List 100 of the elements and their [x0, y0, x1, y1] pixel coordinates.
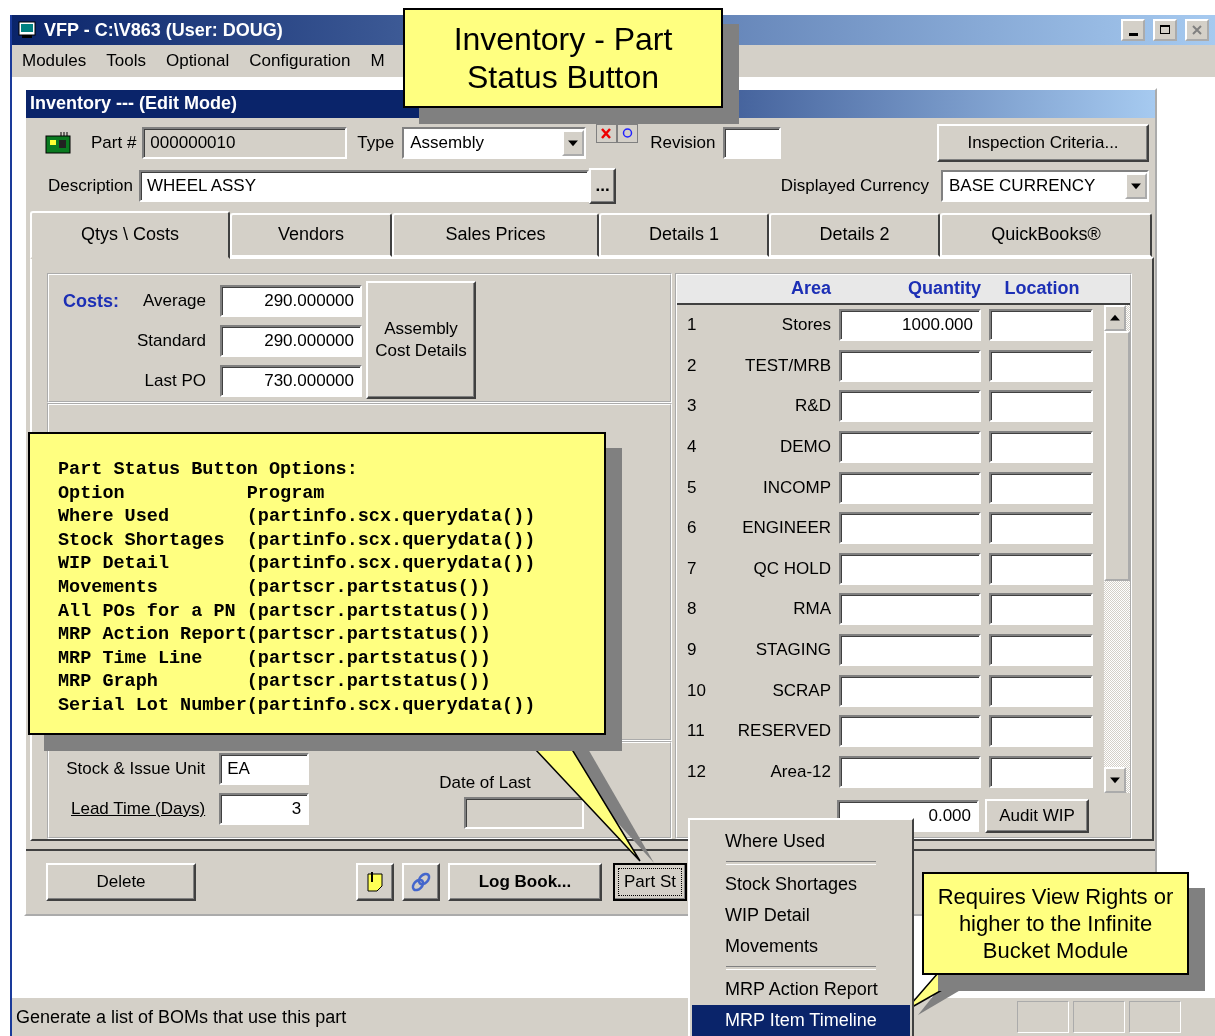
area-cell-text: RMA — [792, 599, 831, 620]
lead-time-link[interactable]: Lead Time (Days) — [71, 798, 206, 819]
cost-field[interactable]: 290.000000 — [220, 284, 362, 317]
unit-field[interactable]: EA — [219, 752, 310, 785]
row-number: 7 — [686, 558, 698, 579]
status-pane — [1129, 1001, 1181, 1033]
notepad-icon[interactable] — [356, 863, 394, 902]
column-header: Area — [789, 278, 832, 300]
location-field[interactable] — [989, 755, 1093, 788]
cost-field[interactable]: 290.000000 — [220, 324, 362, 357]
minimize-button[interactable] — [1121, 19, 1145, 41]
scroll-down-icon[interactable] — [1104, 766, 1126, 793]
callout-program: (partinfo.scx.querydata()) — [246, 505, 536, 529]
tab[interactable]: Details 2 — [769, 212, 940, 257]
window-title: VFP - C:\V863 (User: DOUG) — [44, 19, 283, 41]
part-status-button[interactable]: Part St — [613, 863, 687, 902]
field-label: Displayed Currency — [780, 175, 929, 196]
cost-field[interactable]: 730.000000 — [220, 364, 362, 397]
menu-item[interactable]: WIP Detail — [692, 900, 910, 931]
maximize-button[interactable] — [1153, 19, 1177, 41]
minimize-icon — [1128, 32, 1138, 36]
row-number: 10 — [686, 680, 707, 701]
circuit-board-icon — [45, 131, 71, 154]
quantity-field[interactable] — [839, 512, 981, 545]
row-number: 4 — [686, 437, 698, 457]
location-field[interactable] — [989, 471, 1093, 504]
area-cell-text: Stores — [780, 315, 831, 336]
area-cell-text: STAGING — [754, 639, 831, 660]
tab[interactable]: Qtys \ Costs — [30, 210, 230, 259]
field-label: Date of Last — [439, 772, 532, 793]
area-cell-text: DEMO — [779, 437, 831, 457]
menu-item[interactable]: Optional — [165, 51, 230, 71]
callout-program: (partscr.partstatus()) — [246, 599, 492, 624]
area-cell-text: RESERVED — [736, 721, 831, 742]
menu-item[interactable]: Configuration — [249, 51, 351, 71]
location-field[interactable] — [989, 674, 1093, 707]
location-field[interactable] — [989, 593, 1093, 626]
location-field[interactable] — [989, 431, 1093, 463]
tab[interactable]: QuickBooks® — [940, 212, 1152, 257]
quantity-field[interactable] — [839, 715, 981, 748]
menu-item[interactable]: Modules — [22, 51, 87, 71]
scrollbar[interactable] — [1104, 304, 1130, 793]
chain-link-icon[interactable] — [402, 863, 440, 902]
inspection-criteria-button[interactable]: Inspection Criteria... — [937, 123, 1149, 162]
delete-button[interactable]: Delete — [46, 863, 196, 902]
clear-icon[interactable] — [596, 123, 618, 143]
revision-field[interactable] — [723, 126, 782, 159]
status-pane — [1073, 1001, 1125, 1033]
log-book-button[interactable]: Log Book... — [448, 863, 602, 902]
field-label: Average — [143, 290, 206, 311]
area-cell-text: ENGINEER — [741, 518, 831, 539]
menu-item[interactable]: Stock Shortages — [692, 869, 910, 900]
quantity-field[interactable] — [839, 390, 981, 423]
location-field[interactable] — [989, 512, 1093, 545]
callout-text: Requires View Rights or higher to the Infinite Bucket Module — [936, 883, 1175, 964]
quantity-field[interactable] — [839, 349, 981, 382]
lead-time-field[interactable]: 3 — [219, 792, 310, 825]
quantity-field[interactable] — [839, 633, 981, 666]
scroll-thumb[interactable] — [1104, 330, 1130, 581]
audit-wip-button[interactable]: Audit WIP — [985, 798, 1089, 833]
quantity-field[interactable] — [839, 431, 981, 463]
menu-item[interactable]: MRP Action Report — [692, 974, 910, 1005]
quantity-field[interactable] — [839, 593, 981, 626]
scroll-up-icon[interactable] — [1104, 304, 1126, 331]
location-field[interactable] — [989, 349, 1093, 382]
location-field[interactable] — [989, 309, 1093, 342]
location-field[interactable] — [989, 633, 1093, 666]
area-cell-text: R&D — [794, 396, 831, 417]
menu-item[interactable]: MRP Item Timeline — [692, 1005, 910, 1036]
ellipsis-button[interactable]: ... — [589, 167, 617, 204]
quantity-field[interactable]: 1000.000 — [839, 309, 981, 342]
tab[interactable]: Details 1 — [599, 212, 769, 257]
quantity-field[interactable] — [839, 471, 981, 504]
location-field[interactable] — [989, 390, 1093, 423]
type-dropdown[interactable]: Assembly — [402, 126, 587, 159]
menu-item[interactable]: Movements — [692, 931, 910, 962]
tab[interactable]: Vendors — [230, 212, 392, 257]
assembly-cost-details-button[interactable]: Assembly Cost Details — [366, 280, 476, 399]
currency-dropdown[interactable]: BASE CURRENCY — [941, 169, 1149, 202]
quantity-field[interactable] — [839, 674, 981, 707]
part-number-field[interactable]: 000000010 — [142, 126, 348, 159]
description-field[interactable]: WHEEL ASSY — [139, 169, 590, 202]
callout-option: Where Used — [58, 505, 247, 529]
callout-program: (partinfo.scx.querydata()) — [246, 528, 536, 553]
callout-heading: Part Status Button Options: — [58, 458, 359, 482]
menu-item[interactable]: Tools — [106, 51, 146, 71]
callout-program: (partscr.partstatus()) — [246, 575, 492, 600]
tab[interactable]: Sales Prices — [392, 212, 599, 257]
location-field[interactable] — [989, 715, 1093, 748]
menu-item[interactable]: M — [370, 51, 385, 71]
row-number: 5 — [686, 477, 698, 498]
date-field[interactable] — [464, 796, 585, 829]
quantity-field[interactable] — [839, 755, 981, 788]
close-button[interactable] — [1185, 19, 1209, 41]
location-field[interactable] — [989, 552, 1093, 585]
app-icon — [18, 21, 36, 39]
area-cell-text: SCRAP — [771, 680, 831, 701]
quantity-field[interactable] — [839, 552, 981, 585]
field-label: Type — [357, 132, 395, 153]
callout-option: Stock Shortages — [58, 528, 247, 553]
